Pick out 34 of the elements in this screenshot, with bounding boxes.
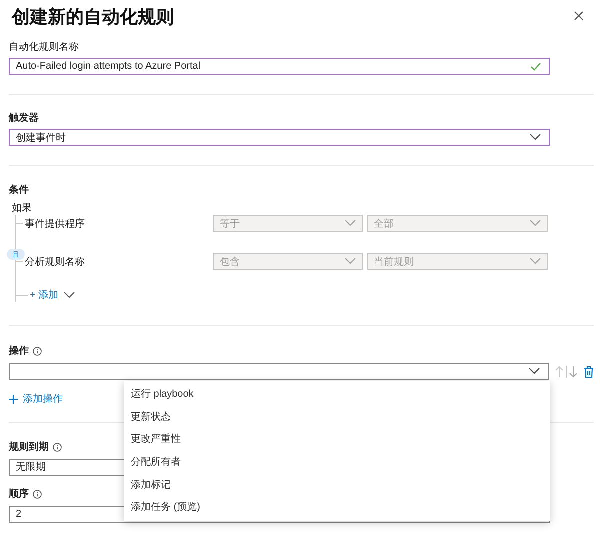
chevron-down-icon [64, 292, 75, 298]
section-label: 操作 [9, 344, 29, 358]
add-condition-button[interactable]: + 添加 [30, 288, 75, 302]
action-dropdown[interactable] [9, 363, 550, 380]
menu-item[interactable]: 更新状态 [124, 406, 550, 428]
field-label: 自动化规则名称 [9, 40, 79, 54]
if-label: 如果 [12, 202, 32, 214]
info-icon[interactable] [33, 346, 42, 356]
menu-item[interactable]: 添加任务 (预览) [124, 496, 550, 519]
trigger-dropdown[interactable]: 创建事件时 [9, 129, 550, 146]
condition-property: 事件提供程序 [25, 218, 86, 230]
menu-item[interactable]: 运行 playbook [124, 383, 550, 406]
section-label: 规则到期 [9, 441, 49, 454]
chevron-down-icon [530, 134, 541, 141]
section-label: 顺序 [9, 488, 29, 501]
close-icon[interactable] [574, 11, 584, 21]
info-icon[interactable] [33, 490, 42, 499]
menu-item[interactable]: 添加标记 [124, 473, 550, 496]
menu-item[interactable]: 分配所有者 [124, 450, 550, 474]
chevron-down-icon [530, 258, 541, 265]
dialog-title: 创建新的自动化规则 [12, 6, 174, 29]
chevron-down-icon [530, 220, 541, 227]
plus-icon [9, 394, 18, 404]
info-icon[interactable] [53, 443, 62, 452]
section-label: 触发器 [9, 112, 39, 124]
menu-item[interactable]: 更改严重性 [124, 428, 550, 451]
rule-name-field[interactable]: Auto-Failed login attempts to Azure Portal [9, 58, 550, 75]
delete-icon[interactable] [584, 366, 594, 378]
chevron-down-icon [529, 368, 540, 375]
condition-property: 分析规则名称 [25, 256, 86, 268]
add-action-button[interactable]: 添加操作 [9, 392, 63, 406]
section-label: 条件 [9, 184, 29, 196]
chevron-down-icon [345, 258, 356, 265]
chevron-down-icon [345, 220, 356, 227]
